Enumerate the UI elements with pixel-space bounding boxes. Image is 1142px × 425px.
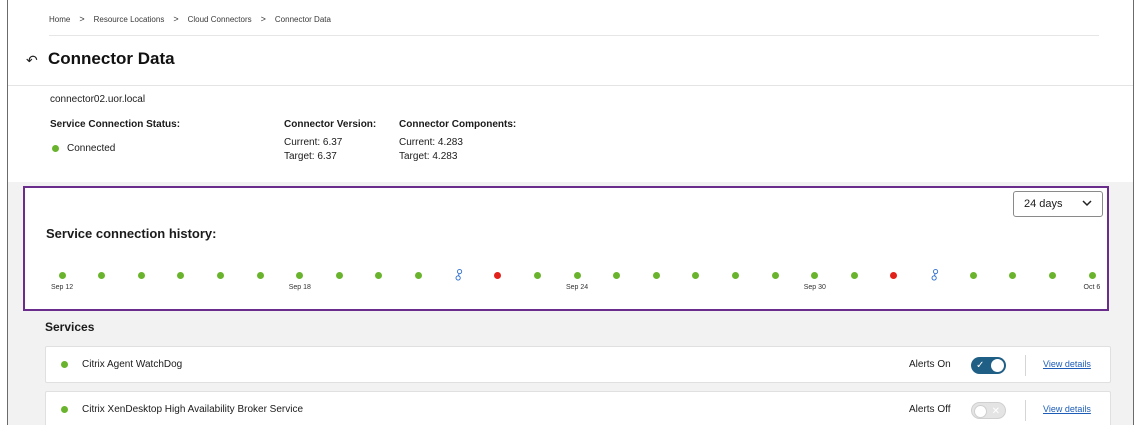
range-select-value: 24 days (1024, 198, 1063, 210)
connected-dot[interactable] (811, 272, 819, 279)
version-target: Target: 6.37 (284, 151, 337, 162)
connected-dot[interactable] (969, 272, 977, 279)
alerts-toggle[interactable]: ✕ (971, 402, 1006, 419)
divider (1025, 400, 1026, 421)
connected-dot[interactable] (533, 272, 541, 279)
close-icon: ✕ (991, 406, 1000, 417)
link-icon: ☍ (449, 265, 469, 285)
breadcrumb-resource-locations[interactable]: Resource Locations (94, 15, 165, 24)
history-timeline: Sep 12 Sep 18 ☍ Sep 24 Sep 30 ☍ Oct 6 (25, 265, 1107, 298)
connection-history-panel: 24 days Service connection history: Sep … (23, 186, 1109, 311)
connected-dot[interactable] (731, 272, 739, 279)
breadcrumb: Home > Resource Locations > Cloud Connec… (49, 14, 331, 24)
components-target: Target: 4.283 (399, 151, 458, 162)
back-arrow-icon[interactable]: ↶ (26, 52, 38, 69)
connected-dot[interactable] (296, 272, 304, 279)
page-header: Home > Resource Locations > Cloud Connec… (8, 0, 1133, 86)
service-name: Citrix Agent WatchDog (82, 359, 183, 370)
connected-dot[interactable] (771, 272, 779, 279)
connected-dot[interactable] (58, 272, 66, 279)
service-row: Citrix XenDesktop High Availability Brok… (45, 391, 1111, 425)
connector-summary: connector02.uor.local Service Connection… (8, 86, 1133, 182)
timeline-date-label: Sep 24 (566, 284, 589, 291)
history-title: Service connection history: (46, 226, 217, 241)
timeline-date-label: Sep 30 (803, 284, 826, 291)
toggle-knob (974, 405, 987, 418)
breadcrumb-home[interactable]: Home (49, 15, 70, 24)
connected-dot[interactable] (1009, 272, 1017, 279)
connected-dot[interactable] (692, 272, 700, 279)
version-current: Current: 6.37 (284, 137, 343, 148)
connected-dot[interactable] (375, 272, 383, 279)
connected-dot[interactable] (216, 272, 224, 279)
components-label: Connector Components: (399, 119, 517, 130)
connected-dot[interactable] (256, 272, 264, 279)
connector-name: connector02.uor.local (50, 94, 146, 105)
status-dot-icon (61, 361, 68, 368)
version-label: Connector Version: (284, 119, 377, 130)
service-name: Citrix XenDesktop High Availability Brok… (82, 404, 304, 415)
connected-dot[interactable] (1048, 272, 1056, 279)
chevron-right-icon: > (173, 14, 179, 24)
disconnected-dot[interactable] (890, 272, 898, 279)
divider (1025, 355, 1026, 376)
connected-dot[interactable] (1088, 272, 1096, 279)
view-details-link[interactable]: View details (1043, 359, 1091, 369)
breadcrumb-divider (49, 35, 1099, 36)
range-select[interactable]: 24 days (1013, 191, 1103, 217)
chevron-right-icon: > (79, 14, 85, 24)
status-dot-icon (52, 145, 59, 152)
timeline-date-label: Sep 12 (51, 284, 74, 291)
page-title: Connector Data (48, 49, 175, 68)
breadcrumb-connector-data: Connector Data (274, 14, 331, 24)
chevron-down-icon (1082, 198, 1092, 210)
connected-dot[interactable] (177, 272, 185, 279)
alerts-toggle[interactable]: ✓ (971, 357, 1006, 374)
connected-dot[interactable] (573, 272, 581, 279)
connected-dot[interactable] (613, 272, 621, 279)
services-title: Services (45, 320, 95, 334)
status-value: Connected (67, 143, 116, 154)
timeline-date-label: Oct 6 (1083, 284, 1101, 291)
chevron-right-icon: > (260, 14, 266, 24)
components-current: Current: 4.283 (399, 137, 463, 148)
connected-dot[interactable] (850, 272, 858, 279)
link-icon: ☍ (925, 265, 944, 285)
window-border-right (1133, 0, 1134, 425)
service-row: Citrix Agent WatchDog Alerts On ✓ View d… (45, 346, 1111, 383)
alerts-label: Alerts Off (909, 404, 951, 415)
view-details-link[interactable]: View details (1043, 404, 1091, 414)
connected-dot[interactable] (415, 272, 423, 279)
connected-dot[interactable] (335, 272, 343, 279)
status-dot-icon (61, 406, 68, 413)
check-icon: ✓ (976, 360, 985, 371)
alerts-label: Alerts On (909, 359, 951, 370)
toggle-knob (991, 359, 1004, 372)
status-label: Service Connection Status: (50, 119, 181, 130)
connected-dot[interactable] (137, 272, 145, 279)
breadcrumb-cloud-connectors[interactable]: Cloud Connectors (188, 15, 252, 24)
connected-dot[interactable] (652, 272, 660, 279)
timeline-date-label: Sep 18 (288, 284, 311, 291)
disconnected-dot[interactable] (494, 272, 502, 279)
connected-dot[interactable] (98, 272, 106, 279)
